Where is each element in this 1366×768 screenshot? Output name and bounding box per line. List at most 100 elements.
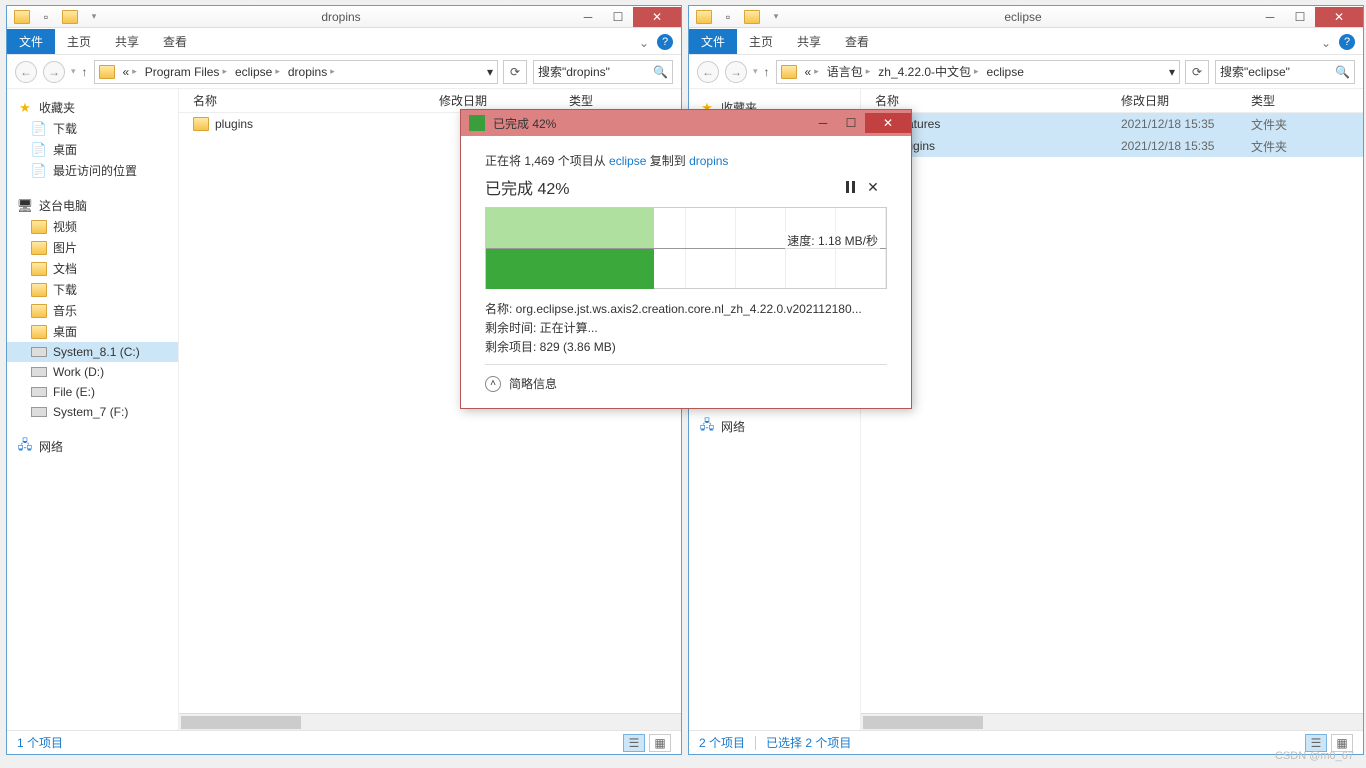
nav-this-pc[interactable]: 🖥这台电脑 (7, 195, 178, 216)
icons-view-button[interactable]: ▦ (649, 734, 671, 752)
nav-fav-item[interactable]: 📄下载 (7, 118, 178, 139)
nav-network[interactable]: 🖧网络 (7, 436, 178, 457)
tab-view[interactable]: 查看 (151, 29, 199, 54)
nav-pc-item[interactable]: 桌面 (7, 321, 178, 342)
copy-icon (469, 115, 485, 131)
search-icon: 🔍 (653, 65, 668, 79)
details-toggle[interactable]: ˄ 简略信息 (485, 364, 887, 392)
scrollbar[interactable] (179, 713, 681, 730)
qat-dropdown-icon[interactable]: ▾ (83, 8, 105, 26)
copy-progress-dialog: 已完成 42% ─ ☐ ✕ 正在将 1,469 个项目从 eclipse 复制到… (460, 109, 912, 409)
nav-fav-item[interactable]: 📄最近访问的位置 (7, 160, 178, 181)
help-icon[interactable]: ? (657, 34, 673, 50)
tab-home[interactable]: 主页 (737, 29, 785, 54)
file-name-info: 名称: org.eclipse.jst.ws.axis2.creation.co… (485, 299, 887, 318)
file-pane: 名称 修改日期 类型 features2021/12/18 15:35文件夹pl… (861, 89, 1363, 730)
maximize-button[interactable]: ☐ (837, 113, 865, 133)
minimize-button[interactable]: ─ (809, 113, 837, 133)
window-title: eclipse (791, 10, 1255, 24)
address-bar[interactable]: «▸ Program Files▸ eclipse▸ dropins▸ ▾ (94, 60, 498, 84)
window-title: dropins (109, 10, 573, 24)
close-button[interactable]: ✕ (1315, 7, 1363, 27)
chevron-up-icon: ˄ (485, 376, 501, 392)
new-folder-icon[interactable] (59, 8, 81, 26)
nav-drive-item[interactable]: System_8.1 (C:) (7, 342, 178, 362)
folder-icon (11, 8, 33, 26)
up-button[interactable]: ↑ (82, 65, 88, 79)
details-view-button[interactable]: ☰ (623, 734, 645, 752)
nav-pc-item[interactable]: 音乐 (7, 300, 178, 321)
up-button[interactable]: ↑ (764, 65, 770, 79)
history-icon[interactable]: ▾ (753, 66, 758, 77)
dest-link[interactable]: dropins (689, 154, 728, 168)
statusbar: 1 个项目 ☰ ▦ (7, 730, 681, 754)
nav-network[interactable]: 🖧网络 (689, 416, 860, 437)
close-button[interactable]: ✕ (865, 113, 911, 133)
ribbon: 文件 主页 共享 查看 ⌄ ? (7, 28, 681, 55)
items-remaining-info: 剩余项目: 829 (3.86 MB) (485, 337, 887, 356)
time-remaining-info: 剩余时间: 正在计算... (485, 318, 887, 337)
source-link[interactable]: eclipse (609, 154, 646, 168)
column-headers[interactable]: 名称 修改日期 类型 (861, 89, 1363, 113)
dialog-titlebar[interactable]: 已完成 42% ─ ☐ ✕ (461, 110, 911, 136)
speed-chart: 速度: 1.18 MB/秒 (485, 207, 887, 289)
tab-share[interactable]: 共享 (103, 29, 151, 54)
nav-drive-item[interactable]: Work (D:) (7, 362, 178, 382)
titlebar[interactable]: ▫ ▾ eclipse ─ ☐ ✕ (689, 6, 1363, 28)
forward-button[interactable]: → (725, 61, 747, 83)
tab-share[interactable]: 共享 (785, 29, 833, 54)
tab-view[interactable]: 查看 (833, 29, 881, 54)
cancel-button[interactable]: ✕ (859, 179, 887, 196)
details-view-button[interactable]: ☰ (1305, 734, 1327, 752)
copy-description: 正在将 1,469 个项目从 eclipse 复制到 dropins (485, 150, 887, 171)
tab-home[interactable]: 主页 (55, 29, 103, 54)
refresh-button[interactable]: ⟳ (503, 60, 527, 84)
properties-icon[interactable]: ▫ (35, 8, 57, 26)
search-input[interactable]: 搜索"dropins" 🔍 (533, 60, 673, 84)
breadcrumb: 语言包▸ (823, 63, 875, 80)
dialog-title: 已完成 42% (493, 115, 809, 132)
back-button[interactable]: ← (15, 61, 37, 83)
nav-drive-item[interactable]: File (E:) (7, 382, 178, 402)
address-bar[interactable]: «▸ 语言包▸ zh_4.22.0-中文包▸ eclipse ▾ (776, 60, 1180, 84)
maximize-button[interactable]: ☐ (603, 7, 633, 27)
scrollbar[interactable] (861, 713, 1363, 730)
ribbon: 文件 主页 共享 查看 ⌄ ? (689, 28, 1363, 55)
ribbon-collapse-icon[interactable]: ⌄ (631, 32, 657, 54)
nav-pc-item[interactable]: 下载 (7, 279, 178, 300)
tab-file[interactable]: 文件 (7, 29, 55, 54)
breadcrumb: zh_4.22.0-中文包▸ (874, 63, 982, 80)
file-row[interactable]: features2021/12/18 15:35文件夹 (861, 113, 1363, 135)
pause-button[interactable] (841, 181, 859, 193)
search-input[interactable]: 搜索"eclipse" 🔍 (1215, 60, 1355, 84)
maximize-button[interactable]: ☐ (1285, 7, 1315, 27)
tab-file[interactable]: 文件 (689, 29, 737, 54)
titlebar[interactable]: ▫ ▾ dropins ─ ☐ ✕ (7, 6, 681, 28)
qat-dropdown-icon[interactable]: ▾ (765, 8, 787, 26)
icons-view-button[interactable]: ▦ (1331, 734, 1353, 752)
minimize-button[interactable]: ─ (573, 7, 603, 27)
properties-icon[interactable]: ▫ (717, 8, 739, 26)
file-row[interactable]: plugins2021/12/18 15:35文件夹 (861, 135, 1363, 157)
nav-pc-item[interactable]: 视频 (7, 216, 178, 237)
minimize-button[interactable]: ─ (1255, 7, 1285, 27)
history-icon[interactable]: ▾ (71, 66, 76, 77)
help-icon[interactable]: ? (1339, 34, 1355, 50)
new-folder-icon[interactable] (741, 8, 763, 26)
breadcrumb: eclipse (983, 65, 1028, 79)
ribbon-collapse-icon[interactable]: ⌄ (1313, 32, 1339, 54)
nav-fav-item[interactable]: 📄桌面 (7, 139, 178, 160)
nav-favorites[interactable]: ★收藏夹 (7, 97, 178, 118)
navigation-pane[interactable]: ★收藏夹📄下载📄桌面📄最近访问的位置🖥这台电脑视频图片文档下载音乐桌面Syste… (7, 89, 179, 730)
folder-icon (193, 117, 209, 131)
close-button[interactable]: ✕ (633, 7, 681, 27)
nav-pc-item[interactable]: 文档 (7, 258, 178, 279)
nav-drive-item[interactable]: System_7 (F:) (7, 402, 178, 422)
forward-button[interactable]: → (43, 61, 65, 83)
back-button[interactable]: ← (697, 61, 719, 83)
nav-pc-item[interactable]: 图片 (7, 237, 178, 258)
folder-icon (781, 65, 797, 79)
breadcrumb: Program Files▸ (141, 65, 231, 79)
file-list[interactable]: features2021/12/18 15:35文件夹plugins2021/1… (861, 113, 1363, 713)
refresh-button[interactable]: ⟳ (1185, 60, 1209, 84)
